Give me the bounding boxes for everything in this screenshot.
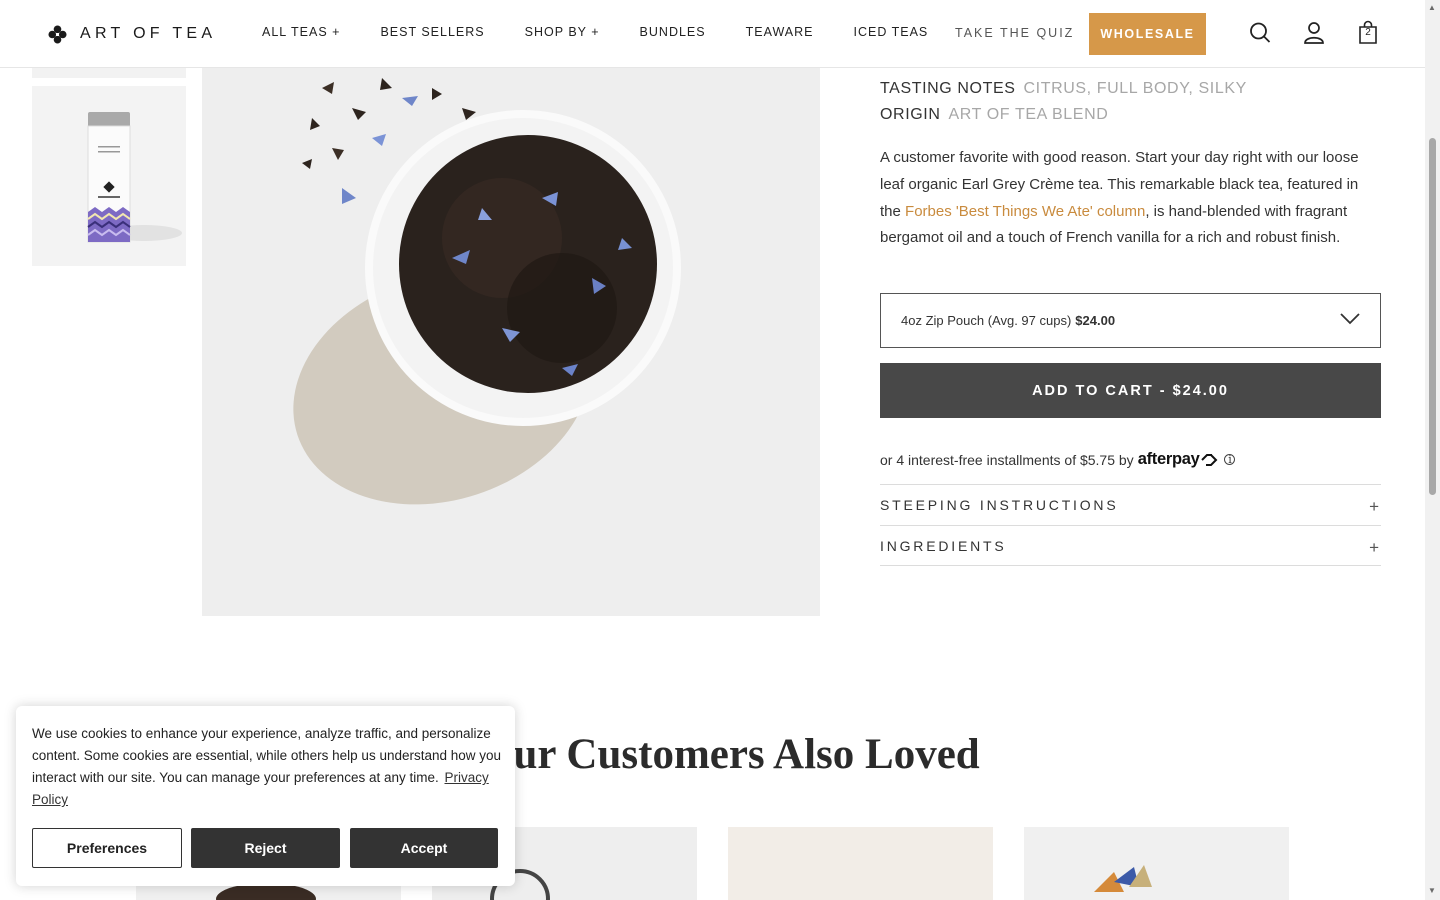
size-option-price: $24.00 (1075, 313, 1116, 328)
tea-tin-image (87, 112, 182, 243)
tea-bowl-image (202, 68, 820, 616)
cookie-preferences-button[interactable]: Preferences (32, 828, 182, 868)
tasting-notes: TASTING NOTES CITRUS, FULL BODY, SILKY (880, 80, 1247, 98)
nav-all-teas[interactable]: ALL TEAS + (262, 25, 340, 39)
product-image (1024, 827, 1289, 900)
product-description: A customer favorite with good reason. St… (880, 145, 1380, 252)
logo[interactable]: ART OF TEA (48, 22, 216, 46)
plus-icon: + (1369, 538, 1379, 557)
size-option-label: 4oz Zip Pouch (Avg. 97 cups) (901, 313, 1072, 328)
also-loved-heading: Our Customers Also Loved (480, 731, 980, 778)
scrollbar-thumb[interactable] (1429, 138, 1436, 495)
accordion-ingredients-label: INGREDIENTS (880, 538, 1007, 554)
scroll-up-arrow-icon[interactable]: ▲ (1428, 3, 1436, 12)
nav-bundles[interactable]: BUNDLES (640, 25, 706, 39)
origin: ORIGIN ART OF TEA BLEND (880, 106, 1108, 124)
origin-label: ORIGIN (880, 106, 941, 123)
nav-teaware[interactable]: TEAWARE (746, 25, 814, 39)
logo-text: ART OF TEA (80, 25, 217, 42)
cookie-banner: We use cookies to enhance your experienc… (16, 706, 515, 886)
site-header: ART OF TEA ALL TEAS + BEST SELLERS SHOP … (0, 0, 1425, 68)
search-icon[interactable] (1248, 20, 1272, 46)
size-select[interactable]: 4oz Zip Pouch (Avg. 97 cups) $24.00 (880, 293, 1381, 348)
cart-button[interactable]: 2 (1356, 20, 1380, 46)
nav-best-sellers[interactable]: BEST SELLERS (380, 25, 484, 39)
chevron-down-icon (1340, 313, 1360, 325)
info-icon[interactable]: i (1224, 453, 1236, 466)
scroll-down-arrow-icon[interactable]: ▼ (1428, 886, 1436, 895)
main-nav: ALL TEAS + BEST SELLERS SHOP BY + BUNDLE… (262, 25, 968, 39)
plus-icon: + (1369, 497, 1379, 516)
accordion-steeping-instructions[interactable]: STEEPING INSTRUCTIONS + (880, 484, 1381, 525)
afterpay-logo: afterpay (1137, 450, 1200, 468)
accordion-divider (880, 565, 1381, 566)
add-to-cart-button[interactable]: ADD TO CART - $24.00 (880, 363, 1381, 418)
wholesale-button[interactable]: WHOLESALE (1089, 13, 1206, 55)
accordion-ingredients[interactable]: INGREDIENTS + (880, 525, 1381, 566)
take-quiz-link[interactable]: TAKE THE QUIZ (955, 26, 1074, 40)
product-main-image[interactable] (202, 68, 820, 616)
cookie-reject-button[interactable]: Reject (191, 828, 340, 868)
cookie-accept-button[interactable]: Accept (350, 828, 498, 868)
afterpay-arrows-icon (1201, 453, 1218, 466)
cart-count: 2 (1365, 27, 1371, 38)
product-image (728, 827, 993, 900)
forbes-link[interactable]: Forbes 'Best Things We Ate' column (905, 203, 1145, 220)
recommended-product-card[interactable] (728, 827, 993, 900)
afterpay-installments: or 4 interest-free installments of $5.75… (880, 450, 1236, 469)
recommended-product-card[interactable] (1024, 827, 1289, 900)
tasting-notes-label: TASTING NOTES (880, 80, 1016, 97)
origin-value: ART OF TEA BLEND (948, 106, 1109, 123)
product-thumbnail-tin[interactable] (32, 86, 186, 266)
logo-mark-icon (48, 24, 67, 44)
product-thumbnail-previous[interactable] (32, 68, 186, 78)
tasting-notes-value: CITRUS, FULL BODY, SILKY (1023, 80, 1247, 97)
cookie-text: We use cookies to enhance your experienc… (32, 723, 502, 811)
cookie-message: We use cookies to enhance your experienc… (32, 726, 502, 785)
account-icon[interactable] (1302, 20, 1326, 46)
nav-shop-by[interactable]: SHOP BY + (525, 25, 600, 39)
accordion-steeping-label: STEEPING INSTRUCTIONS (880, 497, 1119, 513)
page-scrollbar[interactable]: ▲ ▼ (1425, 0, 1440, 900)
nav-iced-teas[interactable]: ICED TEAS (853, 25, 928, 39)
installments-text: or 4 interest-free installments of $5.75… (880, 451, 1134, 468)
